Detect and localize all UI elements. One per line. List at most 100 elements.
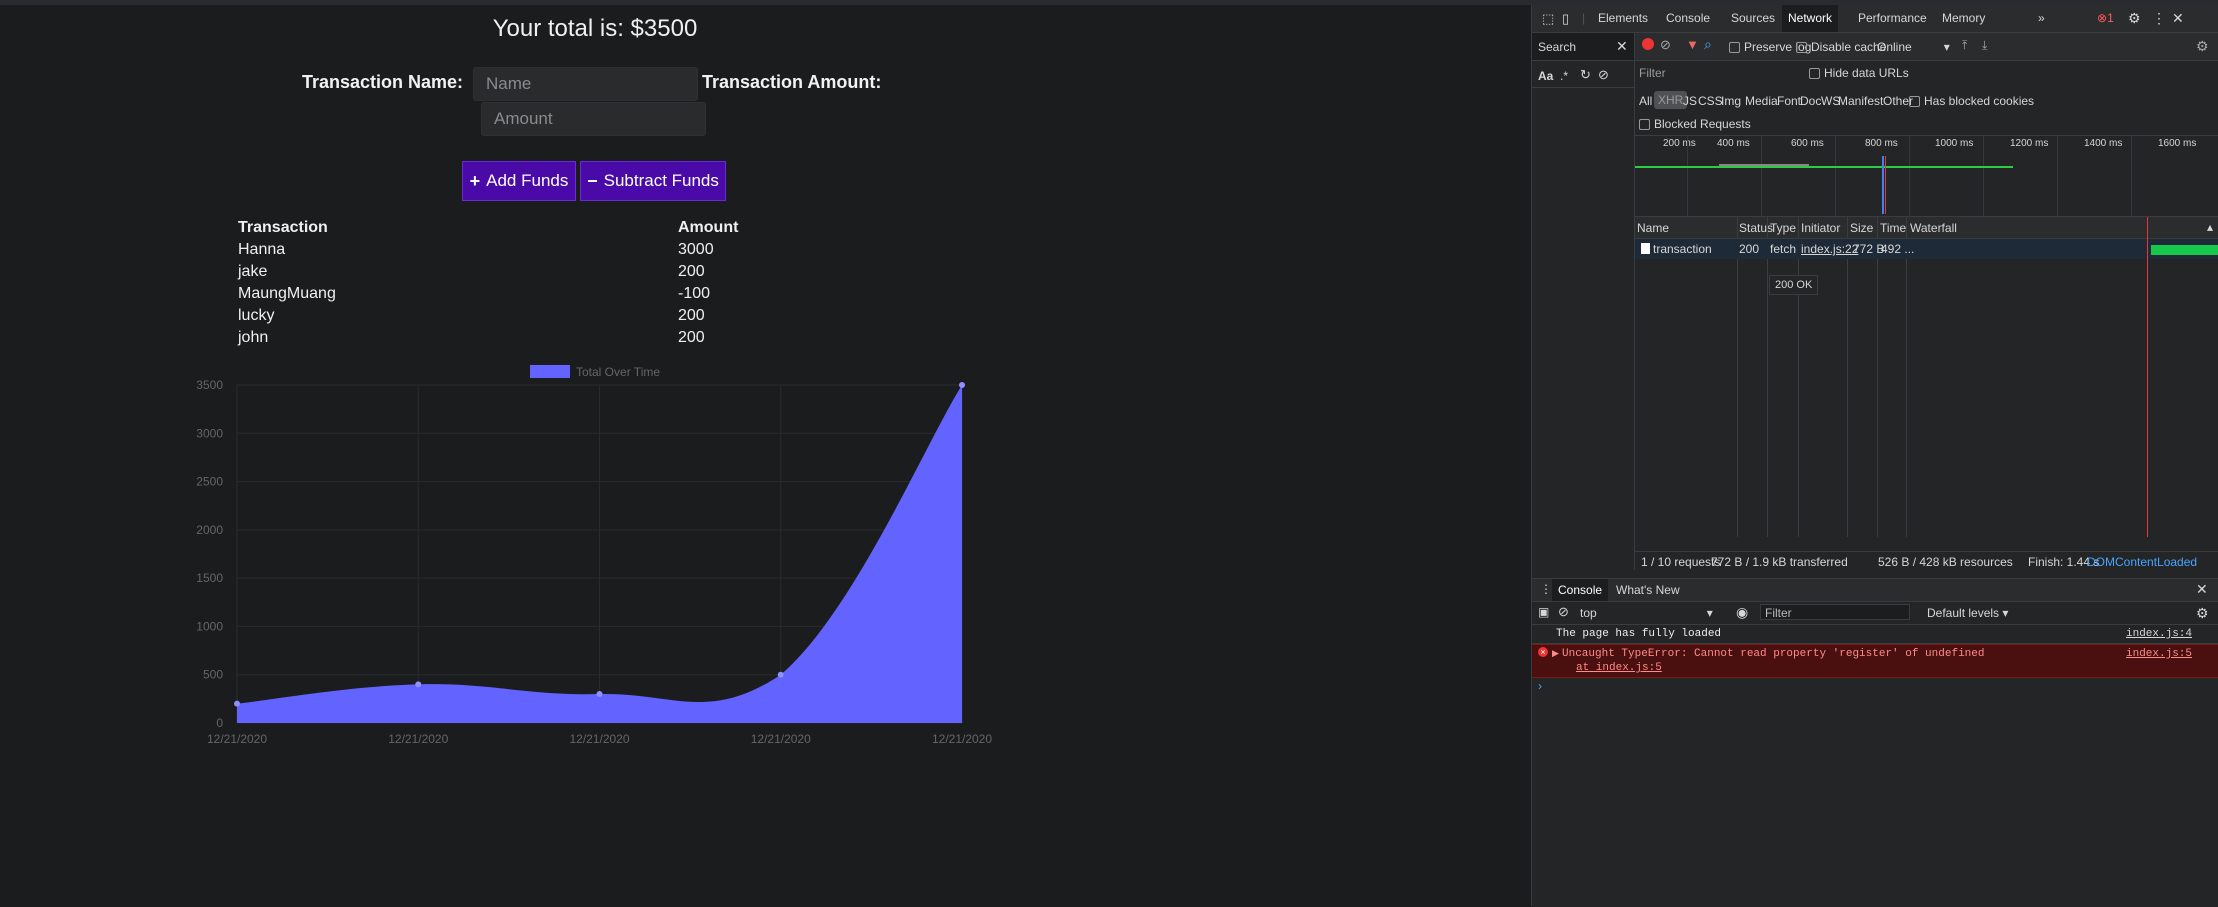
y-tick-label: 500	[203, 668, 223, 682]
clear-search-icon[interactable]: ⊘	[1598, 67, 1609, 83]
cell-amount: 200	[678, 307, 705, 324]
inspect-element-icon[interactable]: ⬚	[1542, 5, 1554, 32]
refresh-icon[interactable]: ↻	[1580, 67, 1591, 83]
col-name[interactable]: Name	[1637, 221, 1669, 235]
close-drawer-icon[interactable]: ✕	[2196, 581, 2208, 598]
tab-elements[interactable]: Elements	[1598, 5, 1648, 32]
filter-icon[interactable]: ▼	[1686, 37, 1699, 52]
export-har-icon[interactable]: ⤓	[1982, 38, 1987, 53]
header-transaction: Transaction	[238, 219, 328, 236]
cell-amount: -100	[678, 285, 711, 302]
close-devtools-icon[interactable]: ✕	[2172, 5, 2184, 32]
tab-sources[interactable]: Sources	[1731, 5, 1775, 32]
sort-up-icon[interactable]: ▴	[2207, 220, 2213, 234]
settings-gear-icon[interactable]: ⚙	[2128, 5, 2141, 32]
transactions-table: Transaction Amount Hanna 3000 jake 200 Mau…	[234, 217, 742, 349]
filter-js[interactable]: JS	[1683, 94, 1697, 108]
x-tick-label: 12/21/2020	[388, 732, 448, 746]
console-error-source-link[interactable]: index.js:5	[2126, 648, 2192, 660]
request-initiator-link[interactable]: index.js:22	[1801, 242, 1858, 256]
drawer-tab-whats-new[interactable]: What's New	[1616, 583, 1680, 597]
minus-icon: −	[587, 170, 598, 191]
hide-data-urls-checkbox[interactable]: Hide data URLs	[1809, 66, 1909, 80]
network-settings-gear-icon[interactable]: ⚙	[2196, 38, 2209, 55]
timeline-tick: 1200 ms	[2010, 138, 2049, 149]
blocked-requests-checkbox[interactable]: Blocked Requests	[1639, 117, 1751, 131]
cell-name: jake	[238, 263, 268, 280]
record-icon[interactable]	[1642, 38, 1654, 50]
y-tick-label: 3500	[196, 378, 223, 392]
error-count-badge[interactable]: ⊗1	[2097, 5, 2114, 32]
request-name: transaction	[1653, 242, 1712, 256]
tab-network[interactable]: Network	[1782, 5, 1839, 32]
tab-memory[interactable]: Memory	[1942, 5, 1985, 32]
request-row[interactable]: transaction 200 fetch index.js:22 772 B …	[1635, 217, 2218, 537]
disable-cache-checkbox[interactable]: Disable cache	[1796, 40, 1886, 54]
cell-name: lucky	[238, 307, 275, 324]
table-row: MaungMuang -100	[234, 283, 742, 305]
col-initiator[interactable]: Initiator	[1801, 221, 1840, 235]
context-select[interactable]: top ▾	[1580, 606, 1713, 620]
dcl-marker	[1882, 156, 1884, 214]
transaction-amount-input[interactable]	[481, 102, 706, 136]
clear-icon[interactable]: ⊘	[1660, 37, 1671, 53]
match-case-icon[interactable]: Aa	[1538, 69, 1553, 83]
search-tab[interactable]: Search ✕	[1532, 33, 1635, 60]
throttling-select[interactable]: Online ▾	[1877, 40, 1950, 54]
console-prompt[interactable]: ›	[1538, 679, 1542, 693]
drawer-menu-icon[interactable]: ⋮	[1540, 582, 1552, 596]
y-tick-label: 2500	[196, 475, 223, 489]
expand-error-icon[interactable]: ▶	[1552, 648, 1559, 659]
devtools-tab-bar: ⬚ ▯ | Elements Console Sources Network P…	[1532, 5, 2218, 33]
has-blocked-cookies-checkbox[interactable]: Has blocked cookies	[1909, 94, 2034, 108]
legend-swatch	[530, 365, 570, 378]
console-error-stack-link[interactable]: at index.js:5	[1576, 662, 1662, 674]
console-settings-gear-icon[interactable]: ⚙	[2196, 605, 2209, 622]
close-search-icon[interactable]: ✕	[1616, 38, 1628, 55]
more-tabs-chevron-icon[interactable]: »	[2038, 5, 2045, 32]
transaction-name-input[interactable]	[473, 67, 698, 101]
log-levels-select[interactable]: Default levels ▾	[1927, 606, 2008, 620]
filter-all[interactable]: All	[1639, 94, 1652, 108]
filter-media[interactable]: Media	[1745, 94, 1778, 108]
tab-performance[interactable]: Performance	[1858, 5, 1927, 32]
console-filter-input[interactable]: Filter	[1760, 604, 1910, 620]
console-log-source-link[interactable]: index.js:4	[2126, 628, 2192, 640]
network-filter-input[interactable]: Filter	[1639, 66, 1666, 80]
clear-console-icon[interactable]: ⊘	[1558, 604, 1569, 620]
device-toolbar-icon[interactable]: ▯	[1562, 5, 1569, 32]
cell-amount: 3000	[678, 241, 714, 258]
table-row: Hanna 3000	[234, 239, 742, 261]
live-expression-eye-icon[interactable]: ◉	[1736, 604, 1748, 621]
more-options-icon[interactable]: ⋮	[2152, 5, 2166, 32]
x-tick-label: 12/21/2020	[207, 732, 267, 746]
timeline-tick: 800 ms	[1865, 138, 1898, 149]
show-sidebar-icon[interactable]: ▣	[1538, 605, 1549, 619]
waterfall-load-line	[2147, 217, 2148, 537]
col-size[interactable]: Size	[1850, 221, 1873, 235]
y-tick-label: 2000	[196, 523, 223, 537]
total-over-time-chart: 0500100015002000250030003500 12/21/2020 1…	[196, 365, 992, 746]
drawer-tab-console[interactable]: Console	[1552, 579, 1609, 601]
filter-img[interactable]: Img	[1721, 94, 1741, 108]
col-waterfall[interactable]: Waterfall	[1910, 221, 1957, 235]
data-point	[959, 382, 965, 388]
request-type: fetch	[1770, 242, 1797, 256]
filter-doc[interactable]: Doc	[1800, 94, 1821, 108]
overview-timeline[interactable]: 200 ms 400 ms 600 ms 800 ms 1000 ms 1200…	[1635, 135, 2218, 217]
plus-icon: +	[469, 170, 481, 191]
col-type[interactable]: Type	[1770, 221, 1796, 235]
filter-manifest[interactable]: Manifest	[1838, 94, 1883, 108]
filter-font[interactable]: Font	[1777, 94, 1801, 108]
filter-css[interactable]: CSS	[1698, 94, 1723, 108]
col-time[interactable]: Time	[1880, 221, 1906, 235]
tab-console[interactable]: Console	[1666, 5, 1710, 32]
add-funds-button[interactable]: + Add Funds	[462, 161, 576, 201]
timeline-tick: 1000 ms	[1935, 138, 1974, 149]
search-icon[interactable]: ⌕	[1704, 36, 1712, 53]
error-count: 1	[2107, 11, 2114, 25]
regex-icon[interactable]: .*	[1560, 69, 1568, 83]
cell-amount: 200	[678, 263, 705, 280]
import-har-icon[interactable]: ⤒	[1962, 38, 1967, 53]
subtract-funds-button[interactable]: − Subtract Funds	[580, 161, 726, 201]
